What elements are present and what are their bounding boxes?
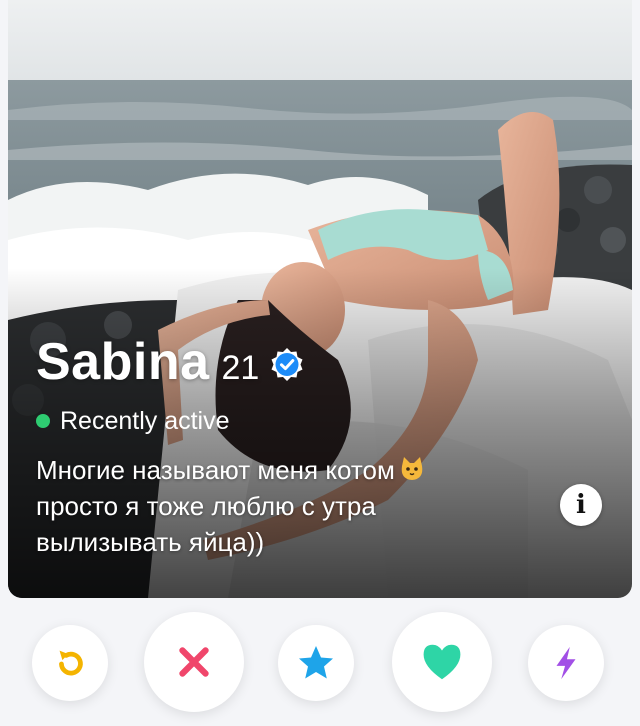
like-button[interactable]: [392, 612, 492, 712]
action-bar: [0, 612, 640, 712]
bio-line-3: вылизывать яйца)): [36, 527, 265, 557]
profile-name: Sabina: [36, 333, 210, 391]
bio-line-1: Многие называют меня котом: [36, 455, 395, 485]
lightning-icon: [556, 646, 576, 680]
bio-line-2: просто я тоже люблю с утра: [36, 491, 376, 521]
nope-button[interactable]: [144, 612, 244, 712]
cat-face-icon: [398, 455, 426, 483]
profile-card[interactable]: Sabina 21 Recently active Многие называю…: [8, 0, 632, 598]
star-icon: [299, 646, 333, 679]
profile-info: Sabina 21 Recently active Многие называю…: [36, 332, 542, 560]
info-icon: i: [576, 490, 586, 520]
boost-button[interactable]: [528, 625, 604, 701]
verified-badge-icon: [269, 347, 305, 383]
rewind-button[interactable]: [32, 625, 108, 701]
status-dot: [36, 414, 50, 428]
app-screen: Sabina 21 Recently active Многие называю…: [0, 0, 640, 726]
profile-age: 21: [221, 349, 260, 387]
activity-status-row: Recently active: [36, 406, 542, 436]
info-button[interactable]: i: [560, 484, 602, 526]
rewind-icon: [59, 650, 83, 676]
close-icon: [179, 647, 209, 677]
profile-bio: Многие называют меня котом просто я тоже…: [36, 452, 516, 560]
name-row: Sabina 21: [36, 332, 542, 398]
super-like-button[interactable]: [278, 625, 354, 701]
activity-status: Recently active: [60, 406, 230, 435]
heart-icon: [423, 644, 461, 680]
